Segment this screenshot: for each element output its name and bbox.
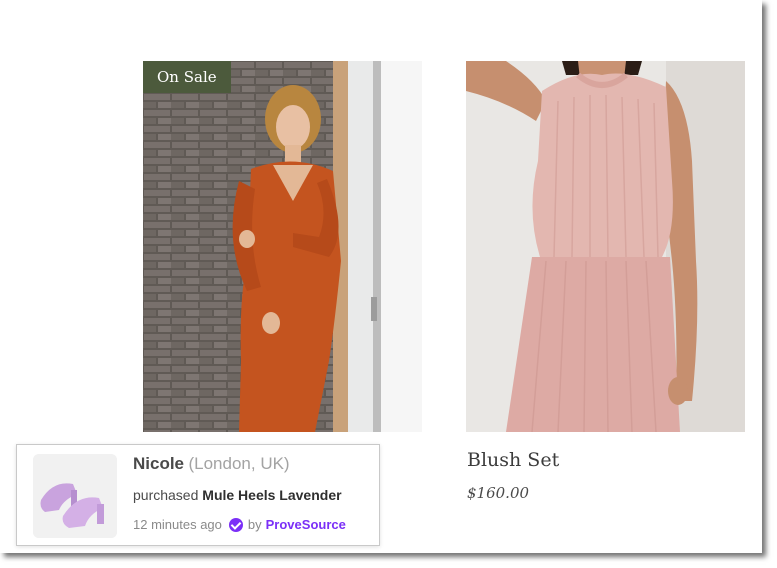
dress-photo: [143, 61, 422, 432]
notification-purchase-text: purchased Mule Heels Lavender: [133, 487, 342, 503]
purchase-notification-popup[interactable]: Nicole (London, UK) purchased Mule Heels…: [16, 444, 380, 546]
purchased-product-name: Mule Heels Lavender: [202, 487, 342, 503]
by-label: by: [247, 517, 262, 532]
product-image-dress[interactable]: [143, 61, 422, 432]
notification-meta: 12 minutes ago by ProveSource: [133, 517, 346, 532]
provesource-link[interactable]: ProveSource: [266, 517, 346, 532]
notification-product-thumbnail: [33, 454, 117, 538]
product-card-blush-set[interactable]: Blush Set $160.00: [466, 61, 745, 511]
blush-set-photo: [466, 61, 745, 432]
product-card-sale-dress[interactable]: On Sale: [143, 61, 422, 432]
verified-check-icon: [228, 517, 243, 532]
product-image-blush-set[interactable]: [466, 61, 745, 432]
mule-heels-photo: [33, 454, 117, 538]
page-window: On Sale Blush Set $160.00 Nicole (London…: [0, 0, 762, 553]
product-price: $160.00: [467, 484, 530, 502]
on-sale-badge: On Sale: [143, 61, 231, 93]
customer-location: (London, UK): [188, 454, 290, 473]
customer-name: Nicole: [133, 454, 185, 473]
time-ago: 12 minutes ago: [133, 517, 222, 532]
purchase-action: purchased: [133, 487, 199, 503]
notification-customer: Nicole (London, UK): [133, 454, 290, 474]
product-title[interactable]: Blush Set: [467, 449, 559, 471]
